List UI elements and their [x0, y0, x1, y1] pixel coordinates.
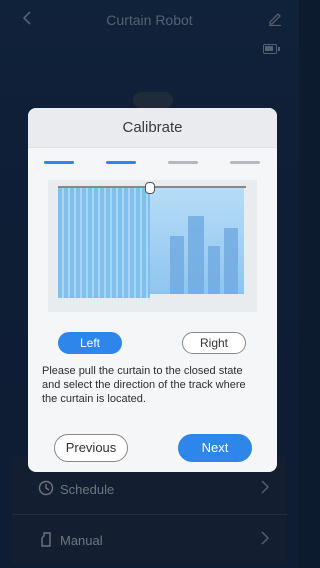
curtain-illustration [48, 180, 257, 312]
calibrate-dialog: Calibrate Left Right Please pull the cur… [28, 108, 277, 472]
next-button[interactable]: Next [178, 434, 252, 462]
right-direction-button[interactable]: Right [182, 332, 246, 354]
curtain-fabric [58, 188, 150, 298]
step-indicator-3 [168, 161, 198, 164]
dialog-header: Calibrate [28, 108, 277, 148]
step-indicator [44, 161, 264, 165]
dialog-title: Calibrate [122, 119, 183, 136]
previous-button[interactable]: Previous [54, 434, 128, 462]
building [224, 228, 238, 294]
step-indicator-4 [230, 161, 260, 164]
building [208, 246, 220, 294]
building [170, 236, 184, 294]
step-indicator-2 [106, 161, 136, 164]
instruction-text: Please pull the curtain to the closed st… [42, 365, 246, 405]
building [188, 216, 204, 294]
robot-icon [145, 182, 155, 194]
step-indicator-1 [44, 161, 74, 164]
left-direction-button[interactable]: Left [58, 332, 122, 354]
